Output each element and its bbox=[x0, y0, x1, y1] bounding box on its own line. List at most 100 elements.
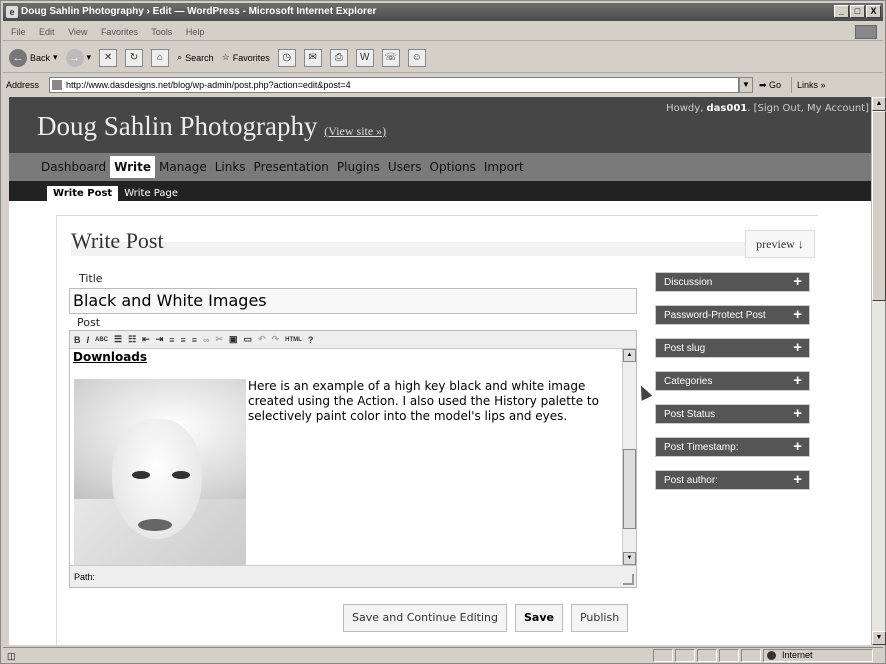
menu-plugins[interactable]: Plugins bbox=[333, 156, 384, 178]
write-post-panel: Write Post preview ↓ Title Black and Whi… bbox=[56, 215, 818, 645]
categories-box[interactable]: Categories bbox=[655, 371, 810, 391]
post-status-box[interactable]: Post Status bbox=[655, 404, 810, 424]
editor-toolbar: B I ABC ☰ ☷ ⇤ ⇥ ≡ ≡ ≡ ∞ ✂ ▣ ▭ ↶ ↷ HTML ? bbox=[70, 331, 636, 349]
page-scroll-thumb[interactable] bbox=[872, 111, 886, 301]
forward-arrow-icon: → bbox=[65, 48, 84, 67]
post-slug-box[interactable]: Post slug bbox=[655, 338, 810, 358]
menu-users[interactable]: Users bbox=[384, 156, 426, 178]
bold-button[interactable]: B bbox=[74, 335, 81, 345]
downloads-link[interactable]: Downloads bbox=[73, 350, 147, 364]
align-left-icon[interactable]: ≡ bbox=[169, 335, 174, 345]
address-label: Address bbox=[6, 80, 40, 90]
unlink-icon[interactable]: ✂ bbox=[215, 334, 223, 345]
stop-icon[interactable]: ✕ bbox=[99, 48, 118, 67]
menu-options[interactable]: Options bbox=[426, 156, 480, 178]
sub-menu: Write Post Write Page bbox=[9, 181, 871, 201]
editor-content[interactable]: Downloads Here is an example of a high k… bbox=[70, 349, 624, 565]
publish-button[interactable]: Publish bbox=[570, 604, 629, 632]
windows-logo-icon bbox=[855, 25, 877, 39]
page-scrollbar[interactable]: ▲ ▼ bbox=[871, 97, 886, 645]
account-links[interactable]: . [Sign Out, My Account] bbox=[747, 103, 869, 114]
italic-button[interactable]: I bbox=[87, 335, 90, 345]
window-titlebar: e Doug Sahlin Photography › Edit — WordP… bbox=[3, 3, 883, 21]
scroll-down-icon[interactable]: ▼ bbox=[623, 552, 636, 565]
page-title: Write Post bbox=[71, 228, 164, 253]
help-icon[interactable]: ? bbox=[308, 335, 314, 345]
mail-icon[interactable]: ✉ bbox=[303, 48, 322, 67]
menu-manage[interactable]: Manage bbox=[155, 156, 211, 178]
post-editor: B I ABC ☰ ☷ ⇤ ⇥ ≡ ≡ ≡ ∞ ✂ ▣ ▭ ↶ ↷ HTML ?… bbox=[69, 330, 637, 588]
submenu-write-page[interactable]: Write Page bbox=[118, 186, 184, 201]
view-site-link[interactable]: (View site ») bbox=[324, 124, 386, 138]
image-icon[interactable]: ▣ bbox=[229, 334, 238, 345]
search-button[interactable]: ⌕ Search bbox=[177, 52, 214, 63]
page-scroll-up-icon[interactable]: ▲ bbox=[872, 97, 886, 111]
bullet-list-icon[interactable]: ☰ bbox=[114, 334, 122, 345]
password-box[interactable]: Password-Protect Post bbox=[655, 305, 810, 325]
menu-help[interactable]: Help bbox=[186, 27, 205, 37]
indent-icon[interactable]: ⇥ bbox=[156, 334, 164, 345]
numbered-list-icon[interactable]: ☷ bbox=[128, 334, 136, 345]
menu-write[interactable]: Write bbox=[110, 156, 156, 178]
messenger-icon[interactable]: ☺ bbox=[407, 48, 426, 67]
menu-tools[interactable]: Tools bbox=[151, 27, 172, 37]
links-button[interactable]: Links » bbox=[791, 77, 826, 93]
go-button[interactable]: ➡ Go bbox=[759, 77, 781, 93]
minimize-button[interactable]: _ bbox=[834, 5, 849, 18]
title-input[interactable]: Black and White Images bbox=[69, 288, 637, 314]
editor-path: Path: bbox=[70, 565, 636, 587]
more-icon[interactable]: ▭ bbox=[244, 334, 253, 345]
forward-button[interactable]: → ▾ bbox=[65, 48, 91, 67]
menu-edit[interactable]: Edit bbox=[39, 27, 55, 37]
undo-icon[interactable]: ↶ bbox=[258, 334, 266, 345]
user-info: Howdy, das001. [Sign Out, My Account] bbox=[666, 103, 869, 114]
maximize-button[interactable]: □ bbox=[850, 5, 865, 18]
scroll-up-icon[interactable]: ▲ bbox=[623, 349, 636, 362]
status-bar: ◫ Internet bbox=[3, 647, 883, 663]
discussion-box[interactable]: Discussion bbox=[655, 272, 810, 292]
submenu-write-post[interactable]: Write Post bbox=[47, 186, 119, 201]
discuss-icon[interactable]: ☏ bbox=[381, 48, 400, 67]
edit-icon[interactable]: W bbox=[355, 48, 374, 67]
history-icon[interactable]: ◷ bbox=[277, 48, 296, 67]
strikethrough-button[interactable]: ABC bbox=[95, 337, 108, 343]
menu-links[interactable]: Links bbox=[211, 156, 250, 178]
search-icon: ⌕ bbox=[177, 52, 183, 62]
page-scroll-down-icon[interactable]: ▼ bbox=[872, 631, 886, 645]
menu-dashboard[interactable]: Dashboard bbox=[37, 156, 110, 178]
preview-toggle[interactable]: preview ↓ bbox=[745, 230, 815, 258]
site-title: Doug Sahlin Photography (View site ») bbox=[37, 111, 387, 141]
close-button[interactable]: X bbox=[866, 5, 881, 18]
menu-file[interactable]: File bbox=[11, 27, 26, 37]
post-author-box[interactable]: Post author: bbox=[655, 470, 810, 490]
post-body-text: Here is an example of a high key black a… bbox=[248, 379, 599, 423]
menu-view[interactable]: View bbox=[68, 27, 87, 37]
align-center-icon[interactable]: ≡ bbox=[181, 335, 186, 345]
redo-icon[interactable]: ↷ bbox=[272, 334, 280, 345]
browser-toolbar: ← Back ▾ → ▾ ✕ ↻ ⌂ ⌕ Search ☆ Favorites ◷ ✉… bbox=[3, 43, 883, 73]
save-continue-button[interactable]: Save and Continue Editing bbox=[343, 604, 507, 632]
link-icon[interactable]: ∞ bbox=[203, 335, 209, 345]
scroll-thumb[interactable] bbox=[623, 449, 636, 529]
menu-presentation[interactable]: Presentation bbox=[250, 156, 333, 178]
menu-favorites[interactable]: Favorites bbox=[101, 27, 138, 37]
security-zone: Internet bbox=[763, 649, 873, 662]
heading-bar bbox=[71, 242, 811, 256]
page-viewport: Doug Sahlin Photography (View site ») Ho… bbox=[9, 97, 871, 645]
refresh-icon[interactable]: ↻ bbox=[125, 48, 144, 67]
home-icon[interactable]: ⌂ bbox=[151, 48, 170, 67]
favorites-button[interactable]: ☆ Favorites bbox=[222, 52, 270, 63]
post-timestamp-box[interactable]: Post Timestamp: bbox=[655, 437, 810, 457]
editor-scrollbar[interactable]: ▲ ▼ bbox=[622, 349, 636, 565]
admin-menu: Dashboard Write Manage Links Presentatio… bbox=[9, 153, 871, 181]
outdent-icon[interactable]: ⇤ bbox=[142, 334, 150, 345]
save-button[interactable]: Save bbox=[514, 604, 563, 632]
menu-import[interactable]: Import bbox=[480, 156, 528, 178]
html-button[interactable]: HTML bbox=[285, 337, 302, 343]
align-right-icon[interactable]: ≡ bbox=[192, 335, 197, 345]
print-icon[interactable]: ⎙ bbox=[329, 48, 348, 67]
browser-window: e Doug Sahlin Photography › Edit — WordP… bbox=[0, 0, 886, 664]
address-input[interactable]: http://www.dasdesigns.net/blog/wp-admin/… bbox=[49, 77, 739, 93]
address-dropdown-icon[interactable]: ▼ bbox=[739, 77, 753, 93]
back-button[interactable]: ← Back ▾ bbox=[9, 48, 58, 67]
